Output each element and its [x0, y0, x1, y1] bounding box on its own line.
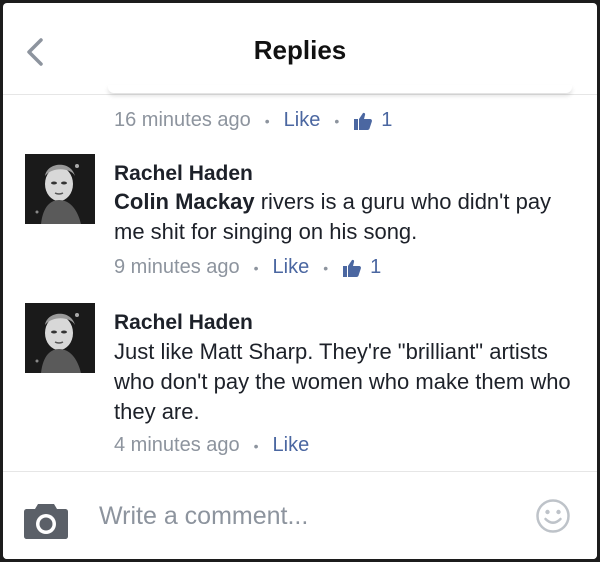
thumbs-up-icon — [342, 258, 362, 278]
header-bar: Replies — [3, 3, 597, 95]
avatar[interactable] — [25, 154, 95, 224]
comment-time: 4 minutes ago — [114, 434, 240, 456]
comment-body: Colin Mackay rivers is a guru who didn't… — [114, 187, 584, 247]
page-title: Replies — [253, 35, 347, 65]
previous-comment-meta: 16 minutes ago • Like • 1 — [114, 109, 392, 132]
separator-dot: • — [253, 437, 259, 454]
comment-meta: 9 minutes ago • Like • 1 — [114, 256, 381, 279]
avatar[interactable] — [25, 303, 95, 373]
emoji-button[interactable] — [535, 498, 571, 534]
comment-time: 9 minutes ago — [114, 256, 240, 278]
like-button[interactable]: Like — [273, 256, 310, 279]
like-button[interactable]: Like — [284, 109, 321, 132]
camera-icon — [24, 504, 68, 539]
like-button[interactable]: Like — [273, 434, 310, 457]
mention-link[interactable]: Colin Mackay — [114, 189, 255, 214]
separator-dot: • — [253, 259, 259, 276]
comment-composer — [3, 471, 597, 559]
thumbs-up-icon — [353, 111, 373, 131]
separator-dot: • — [264, 112, 270, 129]
previous-comment-edge — [108, 85, 572, 93]
smiley-icon — [536, 499, 570, 533]
separator-dot: • — [323, 259, 329, 276]
like-count: 1 — [381, 109, 393, 131]
comment-meta: 4 minutes ago • Like — [114, 434, 309, 457]
comment-author[interactable]: Rachel Haden — [114, 162, 253, 186]
comment-time: 16 minutes ago — [114, 109, 251, 131]
comment-input[interactable] — [99, 496, 519, 536]
replies-panel: Replies 16 minutes ago • Like • 1 Rachel… — [3, 3, 597, 559]
comment-text: Just like Matt Sharp. They're "brilliant… — [114, 339, 571, 424]
separator-dot: • — [334, 112, 340, 129]
like-count: 1 — [370, 256, 382, 278]
comment-author[interactable]: Rachel Haden — [114, 311, 253, 335]
camera-button[interactable] — [23, 500, 69, 540]
